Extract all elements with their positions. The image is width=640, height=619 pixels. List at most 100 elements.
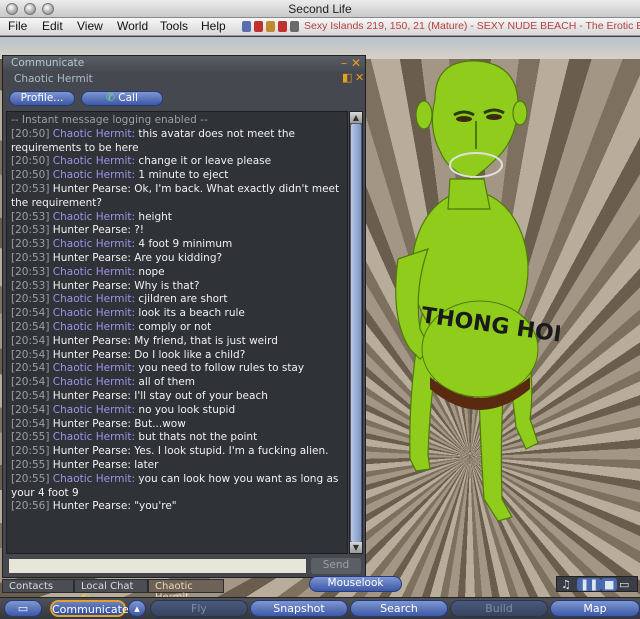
message-sender[interactable]: Chaotic Hermit: <box>53 293 135 305</box>
message-timestamp: [20:50] <box>11 155 50 168</box>
message-sender[interactable]: Hunter Pearse: <box>53 349 131 361</box>
chat-message: [20:54] Hunter Pearse: Do I look like a … <box>11 349 343 363</box>
chat-scrollbar[interactable]: ▲ ▼ <box>349 111 363 554</box>
scroll-down-icon[interactable]: ▼ <box>350 542 362 553</box>
chat-message: [20:55] Chaotic Hermit: but thats not th… <box>11 431 343 445</box>
message-text: you need to follow rules to stay <box>138 362 305 375</box>
chat-message: [20:54] Chaotic Hermit: look its a beach… <box>11 307 343 321</box>
message-sender[interactable]: Chaotic Hermit: <box>53 128 135 140</box>
message-sender[interactable]: Chaotic Hermit: <box>53 211 135 223</box>
chat-message: [20:54] Chaotic Hermit: you need to foll… <box>11 362 343 376</box>
message-text: later <box>134 458 159 471</box>
chat-input[interactable] <box>8 558 307 574</box>
call-button[interactable]: ✆ Call <box>81 91 163 106</box>
close-icon[interactable]: ✕ <box>351 56 361 70</box>
message-sender[interactable]: Hunter Pearse: <box>53 459 131 471</box>
message-text: but thats not the point <box>138 431 258 444</box>
message-sender[interactable]: Hunter Pearse: <box>53 500 131 512</box>
message-timestamp: [20:55] <box>11 472 50 485</box>
message-sender[interactable]: Hunter Pearse: <box>53 335 131 347</box>
communicate-dropdown[interactable]: ▴ <box>128 600 146 617</box>
message-timestamp: [20:54] <box>11 307 50 320</box>
location-label[interactable]: Sexy Islands 219, 150, 21 (Mature) - SEX… <box>304 20 640 32</box>
menu-bar: File Edit View World Tools Help Sexy Isl… <box>0 18 640 36</box>
chat-message: [20:54] Chaotic Hermit: comply or not <box>11 321 343 335</box>
message-sender[interactable]: Chaotic Hermit: <box>53 431 135 443</box>
message-text: height <box>138 210 172 223</box>
chat-message: [20:54] Chaotic Hermit: no you look stup… <box>11 404 343 418</box>
message-sender[interactable]: Chaotic Hermit: <box>53 404 135 416</box>
scroll-thumb[interactable] <box>351 124 361 542</box>
menu-world[interactable]: World <box>117 19 148 33</box>
snapshot-button[interactable]: Snapshot <box>250 600 348 617</box>
no-script-icon <box>278 21 287 32</box>
message-sender[interactable]: Hunter Pearse: <box>53 252 131 264</box>
map-button[interactable]: Map <box>550 600 640 617</box>
message-sender[interactable]: Hunter Pearse: <box>53 224 131 236</box>
message-sender[interactable]: Chaotic Hermit: <box>53 155 135 167</box>
message-sender[interactable]: Chaotic Hermit: <box>53 376 135 388</box>
movie-icon[interactable]: ▭ <box>619 578 629 591</box>
message-timestamp: [20:55] <box>11 458 50 471</box>
menu-edit[interactable]: Edit <box>42 19 63 33</box>
scroll-up-icon[interactable]: ▲ <box>350 112 362 123</box>
fly-button[interactable]: Fly <box>150 600 248 617</box>
chat-message: [20:53] Chaotic Hermit: 4 foot 9 minimum <box>11 238 343 252</box>
chevron-up-icon: ▴ <box>134 602 140 615</box>
communicate-button[interactable]: Communicate <box>50 600 129 617</box>
message-sender[interactable]: Chaotic Hermit: <box>53 307 135 319</box>
tab-local-chat[interactable]: Local Chat ◐ <box>74 579 148 603</box>
alien-avatar[interactable]: THONG HOME <box>380 59 560 529</box>
message-timestamp: [20:54] <box>11 403 50 416</box>
message-sender[interactable]: Hunter Pearse: <box>53 445 131 457</box>
message-sender[interactable]: Chaotic Hermit: <box>53 362 135 374</box>
call-label: Call <box>118 92 138 104</box>
message-text: Are you kidding? <box>134 251 223 264</box>
mouselook-button[interactable]: Mouselook <box>309 576 402 592</box>
window-title: Second Life <box>288 2 352 16</box>
message-text: Why is that? <box>134 279 200 292</box>
tab-chaotic-hermit[interactable]: Chaotic Hermit <box>148 579 224 603</box>
message-sender[interactable]: Chaotic Hermit: <box>53 266 135 278</box>
message-sender[interactable]: Chaotic Hermit: <box>53 473 135 485</box>
message-sender[interactable]: Chaotic Hermit: <box>53 321 135 333</box>
no-build-icon <box>266 21 275 32</box>
tear-off-icon[interactable]: ◧ <box>342 72 352 83</box>
menu-file[interactable]: File <box>8 19 27 33</box>
stop-icon[interactable]: ■ <box>601 578 618 591</box>
message-text: change it or leave please <box>138 155 272 168</box>
message-timestamp: [20:54] <box>11 334 50 347</box>
message-sender[interactable]: Hunter Pearse: <box>53 390 131 402</box>
message-sender[interactable]: Hunter Pearse: <box>53 280 131 292</box>
no-fly-icon <box>254 21 263 32</box>
chat-bar-button[interactable]: ▭ <box>4 600 42 617</box>
chat-message: [20:55] Hunter Pearse: later <box>11 459 343 473</box>
send-button[interactable]: Send <box>311 558 361 574</box>
sound-icon <box>290 21 299 32</box>
menu-tools[interactable]: Tools <box>160 19 188 33</box>
build-button[interactable]: Build <box>450 600 548 617</box>
chat-message: [20:56] Hunter Pearse: "you're" <box>11 500 343 514</box>
search-button[interactable]: Search <box>350 600 448 617</box>
tab-contacts[interactable]: Contacts <box>2 579 74 593</box>
chat-message: [20:50] Chaotic Hermit: 1 minute to ejec… <box>11 169 343 183</box>
chat-history[interactable]: -- Instant message logging enabled -- [20… <box>6 111 348 554</box>
message-timestamp: [20:53] <box>11 238 50 251</box>
music-icon[interactable]: ♫ <box>561 578 571 591</box>
menu-view[interactable]: View <box>77 19 103 33</box>
pause-icon[interactable]: ❚❚ <box>577 578 602 591</box>
profile-button[interactable]: Profile... <box>9 91 75 106</box>
message-text: all of them <box>138 376 195 389</box>
close-tab-icon[interactable]: ✕ <box>355 72 365 83</box>
message-sender[interactable]: Hunter Pearse: <box>53 418 131 430</box>
im-floater[interactable]: Communicate – ✕ Chaotic Hermit ◧ ✕ Profi… <box>2 55 366 578</box>
menu-help[interactable]: Help <box>201 19 226 33</box>
media-controls: ♫ ❚❚ ■ ▭ <box>556 576 638 592</box>
message-sender[interactable]: Chaotic Hermit: <box>53 238 135 250</box>
message-sender[interactable]: Hunter Pearse: <box>53 183 131 195</box>
chat-icon: ▭ <box>17 602 29 615</box>
message-sender[interactable]: Chaotic Hermit: <box>53 169 135 181</box>
message-timestamp: [20:53] <box>11 182 50 195</box>
chat-message: [20:55] Chaotic Hermit: you can look how… <box>11 473 343 501</box>
minimize-icon[interactable]: – <box>341 56 347 70</box>
